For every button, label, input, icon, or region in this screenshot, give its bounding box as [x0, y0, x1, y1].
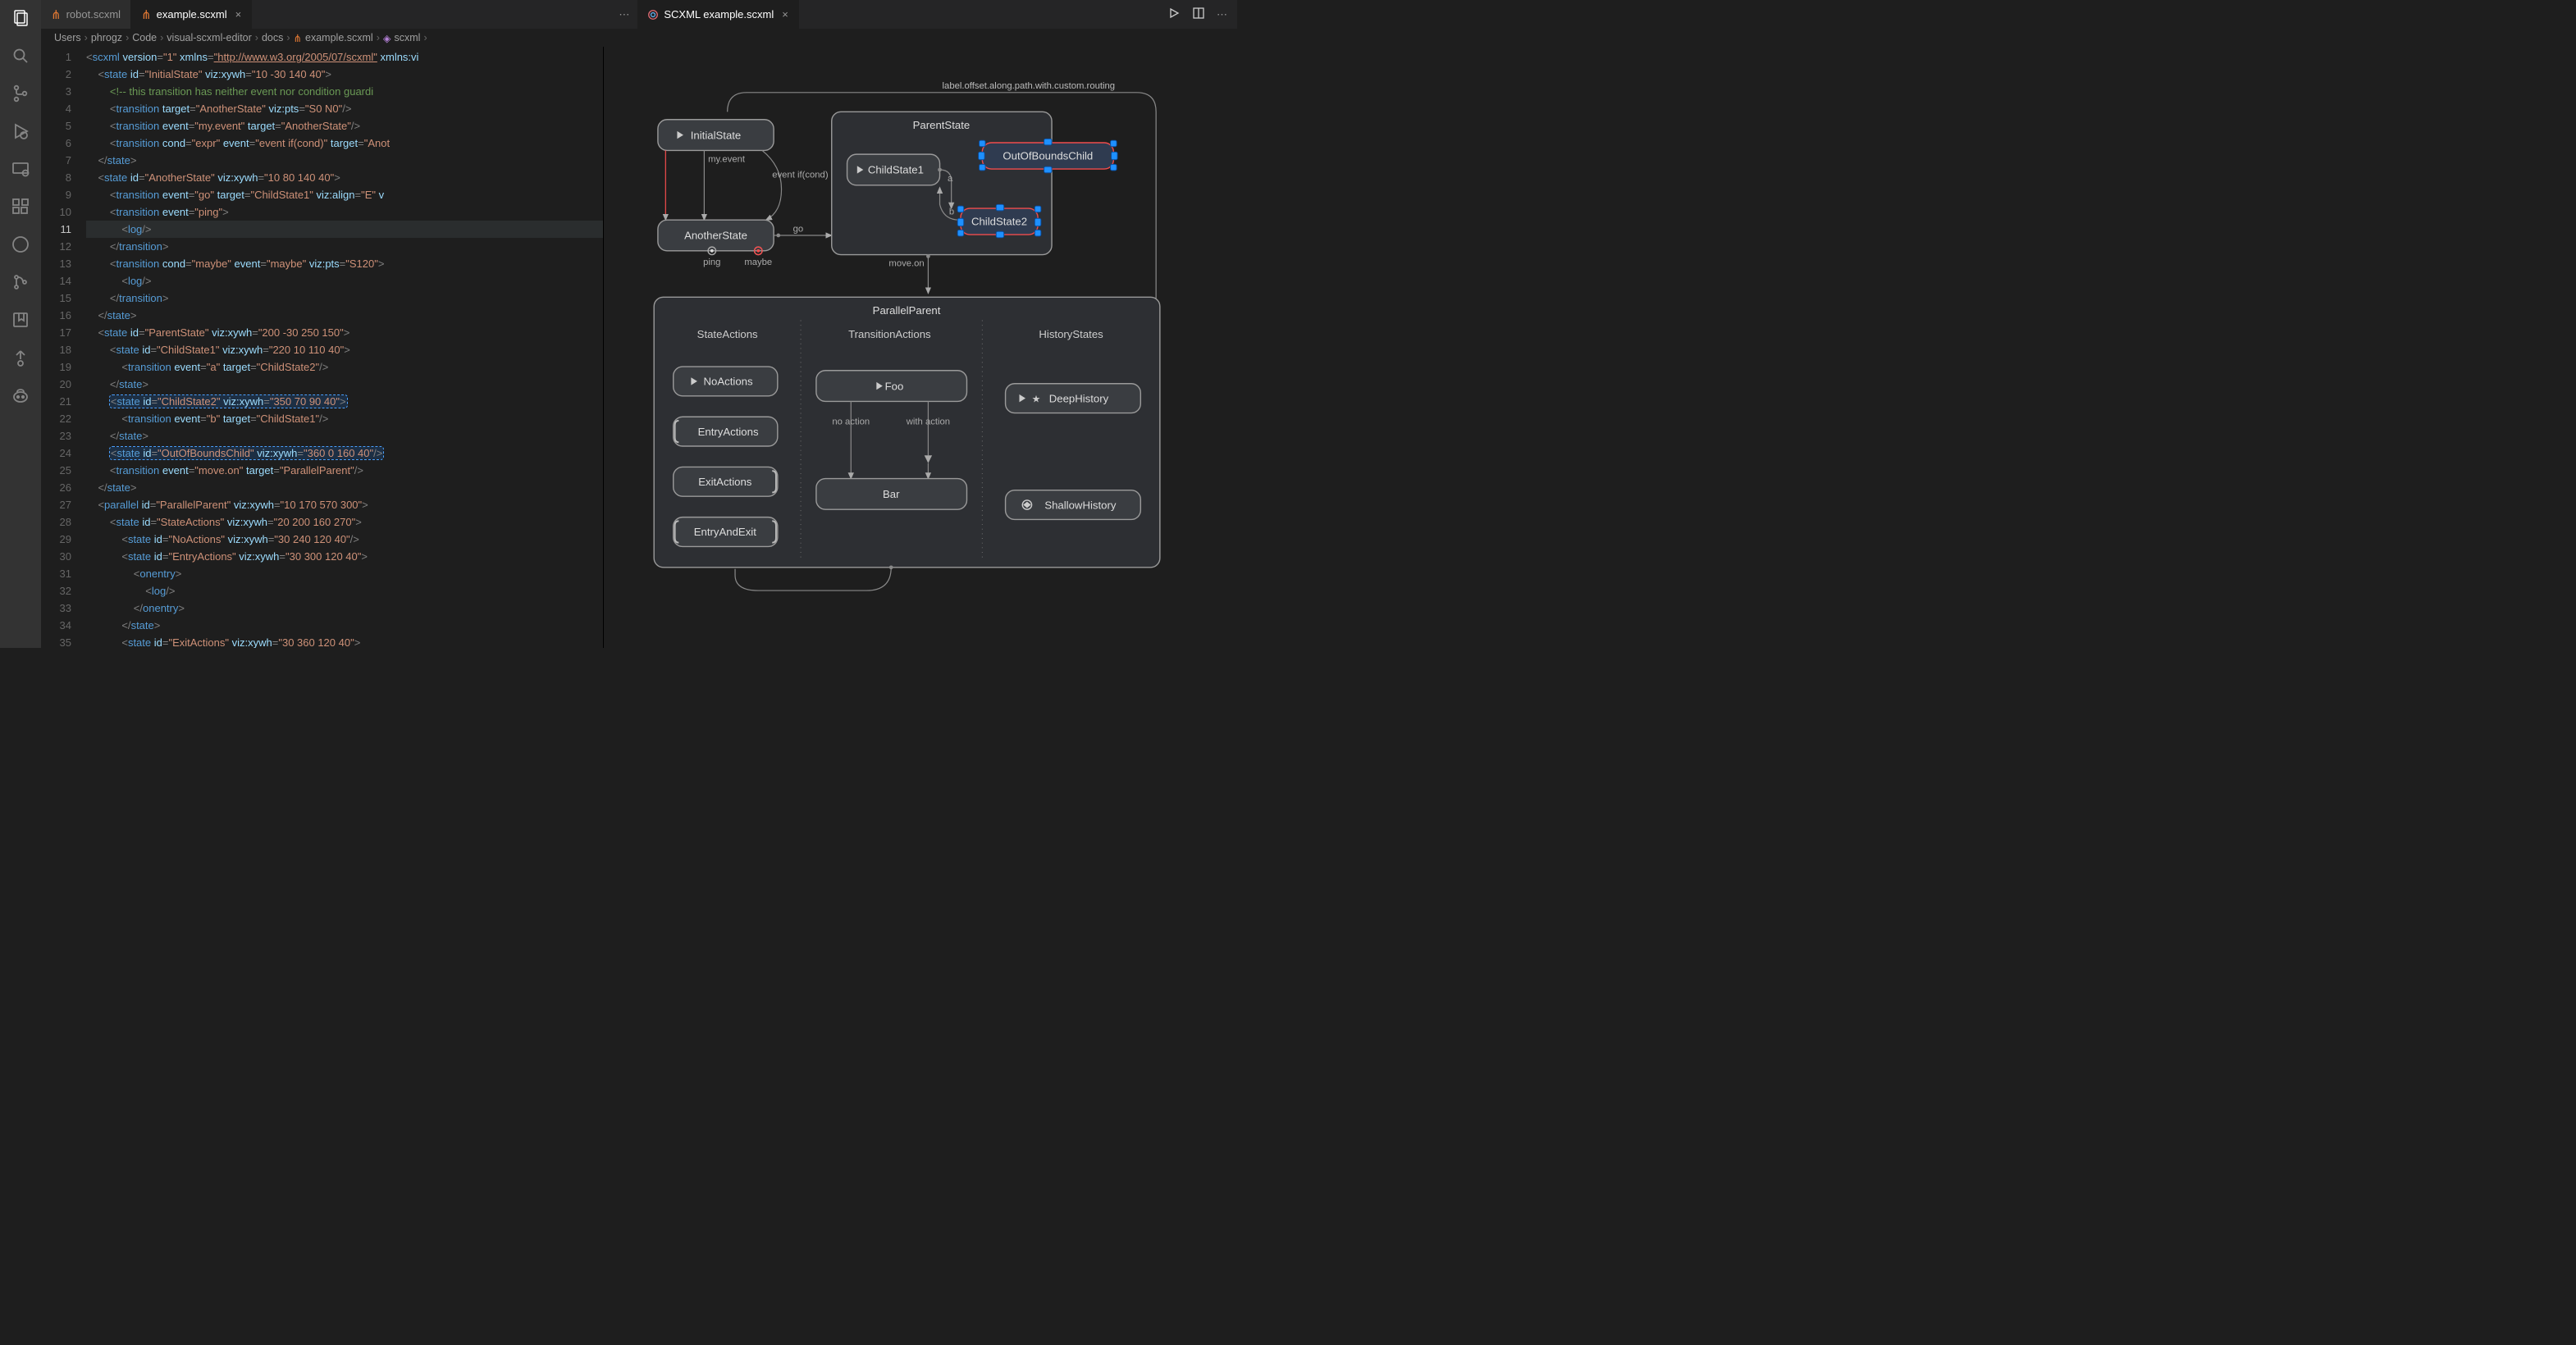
copilot-icon[interactable]	[11, 385, 30, 405]
svg-text:Foo: Foo	[885, 380, 904, 392]
testing-icon[interactable]	[11, 235, 30, 254]
remote-icon[interactable]	[11, 159, 30, 179]
svg-text:b: b	[949, 207, 954, 217]
xml-icon: ⋔	[141, 7, 152, 22]
tab-label: example.scxml	[157, 8, 227, 21]
search-icon[interactable]	[11, 46, 30, 66]
svg-text:ParallelParent: ParallelParent	[873, 304, 941, 317]
debug-icon[interactable]	[11, 121, 30, 141]
svg-text:ExitActions: ExitActions	[698, 476, 752, 488]
svg-text:my.event: my.event	[708, 155, 746, 165]
svg-text:StateActions: StateActions	[697, 328, 758, 340]
gutter: 1234567891011121314151617181920212223242…	[41, 47, 86, 648]
svg-text:OutOfBoundsChild: OutOfBoundsChild	[1003, 150, 1093, 162]
breadcrumb[interactable]: Users› phrogz› Code› visual-scxml-editor…	[41, 29, 1237, 47]
svg-text:TransitionActions: TransitionActions	[848, 328, 931, 340]
svg-text:HistoryStates: HistoryStates	[1039, 328, 1103, 340]
svg-text:DeepHistory: DeepHistory	[1049, 392, 1109, 404]
share-icon[interactable]	[11, 348, 30, 367]
svg-text:ChildState1: ChildState1	[868, 164, 924, 176]
svg-text:NoActions: NoActions	[704, 376, 753, 388]
split-icon[interactable]	[1192, 7, 1205, 22]
svg-text:ParentState: ParentState	[913, 119, 971, 131]
close-icon[interactable]: ×	[782, 8, 788, 21]
svg-text:ShallowHistory: ShallowHistory	[1044, 499, 1117, 511]
source-control-icon[interactable]	[11, 84, 30, 103]
explorer-icon[interactable]	[11, 8, 30, 28]
route-label: label.offset.along.path.with.custom.rout…	[943, 81, 1116, 91]
svg-text:AnotherState: AnotherState	[684, 230, 747, 242]
svg-text:move.on: move.on	[888, 259, 924, 269]
svg-text:event if(cond): event if(cond)	[772, 170, 829, 180]
svg-text:ping: ping	[703, 258, 720, 267]
svg-text:InitialState: InitialState	[691, 129, 742, 141]
svg-text:maybe: maybe	[744, 258, 772, 267]
run-icon[interactable]	[1167, 7, 1181, 22]
extensions-icon[interactable]	[11, 197, 30, 217]
tab-overflow-icon[interactable]: ⋯	[610, 0, 637, 29]
close-icon[interactable]: ×	[235, 8, 242, 21]
svg-text:a: a	[948, 174, 953, 184]
tab-scxml-preview[interactable]: SCXML example.scxml ×	[637, 0, 798, 29]
svg-text:go: go	[793, 224, 804, 234]
svg-text:Bar: Bar	[883, 488, 900, 500]
svg-text:no action: no action	[832, 417, 870, 427]
activity-bar	[0, 0, 41, 648]
code-body[interactable]: <scxml version="1" xmlns="http://www.w3.…	[86, 47, 603, 648]
more-icon[interactable]: ⋯	[1217, 8, 1227, 21]
tab-label: SCXML example.scxml	[664, 8, 774, 21]
tab-robot[interactable]: ⋔ robot.scxml	[41, 0, 131, 29]
svg-text:EntryAndExit: EntryAndExit	[694, 526, 756, 538]
svg-text:EntryActions: EntryActions	[698, 426, 759, 438]
tab-bar: ⋔ robot.scxml ⋔ example.scxml × ⋯ SCXML exa…	[41, 0, 1237, 29]
tab-label: robot.scxml	[66, 8, 121, 21]
svg-text:ChildState2: ChildState2	[971, 216, 1027, 228]
scxml-visualizer[interactable]: label.offset.along.path.with.custom.rout…	[603, 47, 1237, 648]
tab-example[interactable]: ⋔ example.scxml ×	[131, 0, 252, 29]
xml-icon: ⋔	[51, 7, 62, 22]
svg-text:★: ★	[1032, 393, 1041, 404]
bookmarks-icon[interactable]	[11, 310, 30, 330]
git-graph-icon[interactable]	[11, 272, 30, 292]
svg-text:with action: with action	[906, 417, 950, 427]
code-editor[interactable]: 1234567891011121314151617181920212223242…	[41, 47, 603, 648]
scxml-icon	[647, 9, 659, 21]
